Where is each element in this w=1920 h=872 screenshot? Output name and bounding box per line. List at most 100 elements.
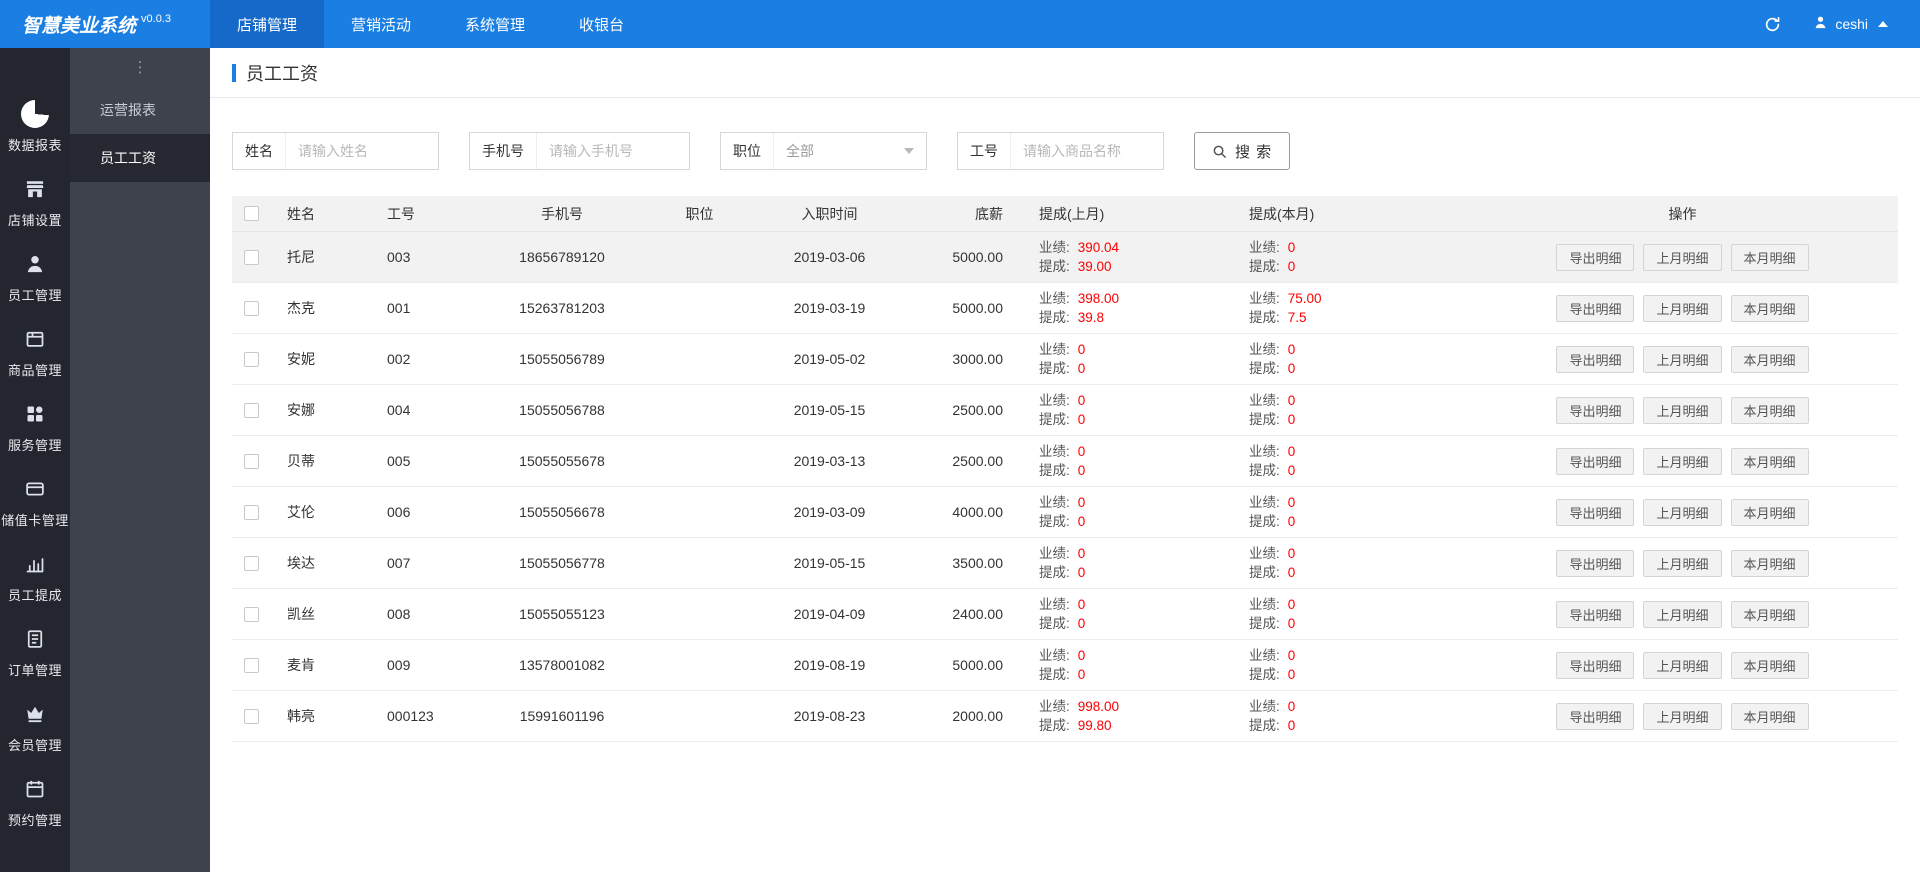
cell-phone: 13578001082	[519, 657, 605, 673]
export-detail-button[interactable]: 导出明细	[1556, 600, 1635, 628]
cell-name: 韩亮	[287, 708, 315, 724]
export-detail-button[interactable]: 导出明细	[1556, 498, 1635, 526]
commission-label: 提成:	[1249, 463, 1280, 478]
this-month-detail-button[interactable]: 本月明细	[1730, 651, 1809, 679]
last-month-detail-button[interactable]: 上月明细	[1643, 498, 1722, 526]
page-title: 员工工资	[246, 63, 318, 84]
performance-value: 0	[1287, 444, 1296, 459]
commission-value: 0	[1077, 616, 1086, 631]
sidebar-item-staff-management[interactable]: 员工管理	[0, 240, 70, 315]
title-accent-bar	[232, 63, 236, 82]
this-month-detail-button[interactable]: 本月明细	[1730, 396, 1809, 424]
last-month-detail-button[interactable]: 上月明细	[1643, 549, 1722, 577]
last-month-detail-button[interactable]: 上月明细	[1643, 396, 1722, 424]
cell-base-salary: 2000.00	[952, 708, 1003, 724]
row-checkbox[interactable]	[244, 249, 259, 265]
this-month-detail-button[interactable]: 本月明细	[1730, 600, 1809, 628]
cell-base-salary: 5000.00	[952, 249, 1003, 265]
export-detail-button[interactable]: 导出明细	[1556, 396, 1635, 424]
nav-system-management[interactable]: 系统管理	[438, 0, 552, 48]
sidebar-item-stored-value-card[interactable]: 储值卡管理	[0, 465, 70, 540]
export-detail-button[interactable]: 导出明细	[1556, 651, 1635, 679]
export-detail-button[interactable]: 导出明细	[1556, 702, 1635, 730]
cell-last-month-commission: 业绩: 0 提成: 0	[1017, 340, 1227, 378]
this-month-detail-button[interactable]: 本月明细	[1730, 345, 1809, 373]
last-month-detail-button[interactable]: 上月明细	[1643, 294, 1722, 322]
nav-store-management[interactable]: 店铺管理	[210, 0, 325, 48]
last-month-detail-button[interactable]: 上月明细	[1643, 651, 1722, 679]
performance-value: 390.04	[1077, 240, 1120, 255]
row-checkbox[interactable]	[244, 708, 259, 724]
performance-value: 0	[1077, 495, 1086, 510]
row-checkbox[interactable]	[244, 300, 259, 316]
commission-label: 提成:	[1249, 361, 1280, 376]
performance-label: 业绩:	[1039, 444, 1070, 459]
row-checkbox[interactable]	[244, 453, 259, 469]
commission-label: 提成:	[1039, 259, 1070, 274]
last-month-detail-button[interactable]: 上月明细	[1643, 447, 1722, 475]
this-month-detail-button[interactable]: 本月明细	[1730, 243, 1809, 271]
performance-value: 0	[1077, 444, 1086, 459]
this-month-detail-button[interactable]: 本月明细	[1730, 549, 1809, 577]
export-detail-button[interactable]: 导出明细	[1556, 549, 1635, 577]
commission-label: 提成:	[1249, 412, 1280, 427]
name-input[interactable]	[286, 143, 438, 159]
commission-value: 0	[1077, 565, 1086, 580]
commission-value: 99.80	[1077, 718, 1112, 733]
table-row: 凯丝 008 15055055123 2019-04-09 2400.00 业绩…	[232, 589, 1898, 640]
nav-cashier[interactable]: 收银台	[552, 0, 651, 48]
last-month-detail-button[interactable]: 上月明细	[1643, 702, 1722, 730]
row-checkbox[interactable]	[244, 351, 259, 367]
sidebar-item-appointment-management[interactable]: 预约管理	[0, 765, 70, 840]
cell-name: 杰克	[287, 300, 315, 316]
performance-label: 业绩:	[1249, 291, 1280, 306]
sidebar-item-staff-commission[interactable]: 员工提成	[0, 540, 70, 615]
sidebar-item-order-management[interactable]: 订单管理	[0, 615, 70, 690]
this-month-detail-button[interactable]: 本月明细	[1730, 447, 1809, 475]
refresh-icon[interactable]	[1764, 16, 1781, 33]
last-month-detail-button[interactable]: 上月明细	[1643, 345, 1722, 373]
sidebar-item-label: 订单管理	[7, 663, 62, 678]
nav-marketing-activity[interactable]: 营销活动	[324, 0, 438, 48]
cell-phone: 18656789120	[519, 249, 605, 265]
sidebar-item-goods-management[interactable]: 商品管理	[0, 315, 70, 390]
submenu-more-icon[interactable]: ⋮	[70, 48, 210, 86]
row-checkbox[interactable]	[244, 402, 259, 418]
cell-name: 凯丝	[287, 606, 315, 622]
row-checkbox[interactable]	[244, 504, 259, 520]
select-all-checkbox[interactable]	[244, 206, 259, 221]
performance-label: 业绩:	[1249, 393, 1280, 408]
export-detail-button[interactable]: 导出明细	[1556, 447, 1635, 475]
this-month-detail-button[interactable]: 本月明细	[1730, 702, 1809, 730]
cell-phone: 15055056788	[519, 402, 605, 418]
export-detail-button[interactable]: 导出明细	[1556, 294, 1635, 322]
last-month-detail-button[interactable]: 上月明细	[1643, 243, 1722, 271]
performance-value: 0	[1287, 393, 1296, 408]
position-select[interactable]: 全部	[774, 133, 926, 169]
phone-input[interactable]	[537, 143, 689, 159]
sidebar-item-shop-settings[interactable]: 店铺设置	[0, 165, 70, 240]
submenu-item-operations-report[interactable]: 运营报表	[70, 86, 210, 134]
user-menu[interactable]: ceshi	[1813, 15, 1888, 33]
cell-job-no: 004	[387, 402, 411, 418]
sidebar-item-data-reports[interactable]: 数据报表	[0, 90, 70, 165]
table-row: 杰克 001 15263781203 2019-03-19 5000.00 业绩…	[232, 283, 1898, 334]
commission-value: 0	[1287, 565, 1296, 580]
row-checkbox[interactable]	[244, 606, 259, 622]
performance-label: 业绩:	[1249, 597, 1280, 612]
row-checkbox[interactable]	[244, 657, 259, 673]
submenu-item-employee-salary[interactable]: 员工工资	[70, 134, 210, 182]
jobno-input[interactable]	[1011, 143, 1163, 159]
row-checkbox[interactable]	[244, 555, 259, 571]
cell-name: 贝蒂	[287, 453, 315, 469]
sidebar-item-member-management[interactable]: 会员管理	[0, 690, 70, 765]
performance-label: 业绩:	[1249, 648, 1280, 663]
sidebar-item-service-management[interactable]: 服务管理	[0, 390, 70, 465]
last-month-detail-button[interactable]: 上月明细	[1643, 600, 1722, 628]
performance-value: 0	[1287, 495, 1296, 510]
this-month-detail-button[interactable]: 本月明细	[1730, 498, 1809, 526]
this-month-detail-button[interactable]: 本月明细	[1730, 294, 1809, 322]
export-detail-button[interactable]: 导出明细	[1556, 345, 1635, 373]
search-button[interactable]: 搜 索	[1194, 132, 1291, 170]
export-detail-button[interactable]: 导出明细	[1556, 243, 1635, 271]
